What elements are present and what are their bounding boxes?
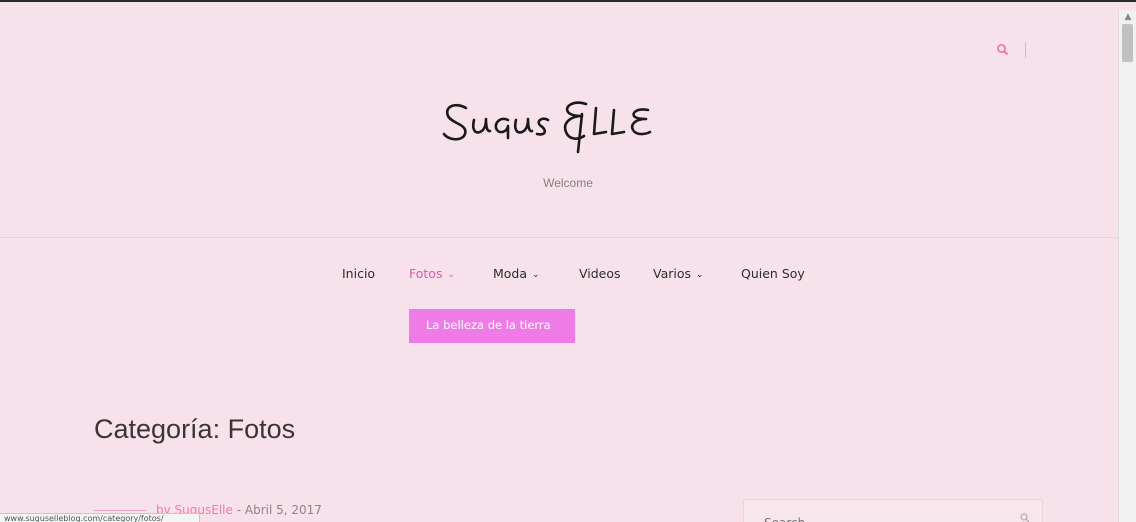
- nav-item-fotos[interactable]: Fotos ⌄: [409, 266, 455, 281]
- post-date: - Abril 5, 2017: [236, 503, 322, 517]
- nav-item-label: Fotos: [409, 266, 443, 281]
- chevron-down-icon: ⌄: [447, 270, 456, 280]
- nav-item-inicio[interactable]: Inicio: [342, 266, 375, 281]
- scrollbar-thumb[interactable]: [1122, 24, 1133, 62]
- page-scrollbar[interactable]: ▲: [1118, 10, 1136, 522]
- meta-rule: [94, 510, 146, 511]
- nav-item-label: Inicio: [342, 266, 376, 281]
- nav-item-label: Videos: [579, 266, 621, 281]
- dropdown-item-la-belleza-de-la-tierra[interactable]: La belleza de la tierra: [409, 309, 575, 343]
- nav-item-varios[interactable]: Varios ⌄: [653, 266, 704, 281]
- nav-item-quien-soy[interactable]: Quien Soy: [741, 266, 805, 281]
- nav-item-moda[interactable]: Moda ⌄: [493, 266, 540, 281]
- nav-item-videos[interactable]: Videos: [579, 266, 621, 281]
- chevron-down-icon: ⌄: [696, 270, 704, 280]
- site-logo[interactable]: [438, 94, 698, 156]
- browser-top-edge: [0, 0, 1136, 10]
- site-tagline: Welcome: [543, 176, 593, 190]
- sidebar-search-box: [743, 499, 1043, 522]
- browser-status-bar: www.suguselleblog.com/category/fotos/: [0, 513, 200, 522]
- search-icon[interactable]: [1020, 513, 1030, 522]
- search-input[interactable]: [744, 500, 1042, 522]
- nav-divider: [0, 237, 1118, 238]
- scroll-up-arrow-icon[interactable]: ▲: [1119, 10, 1136, 24]
- nav-item-label: Moda: [493, 266, 528, 281]
- chevron-down-icon: ⌄: [532, 270, 540, 280]
- header-divider: [1025, 42, 1026, 58]
- search-icon[interactable]: [996, 43, 1010, 57]
- page-title: Categoría: Fotos: [94, 414, 296, 444]
- nav-item-label: Varios: [653, 266, 692, 281]
- nav-item-label: Quien Soy: [741, 266, 805, 281]
- main-navigation: Inicio Fotos ⌄ Moda ⌄ Videos Varios ⌄ Quien…: [0, 266, 1118, 284]
